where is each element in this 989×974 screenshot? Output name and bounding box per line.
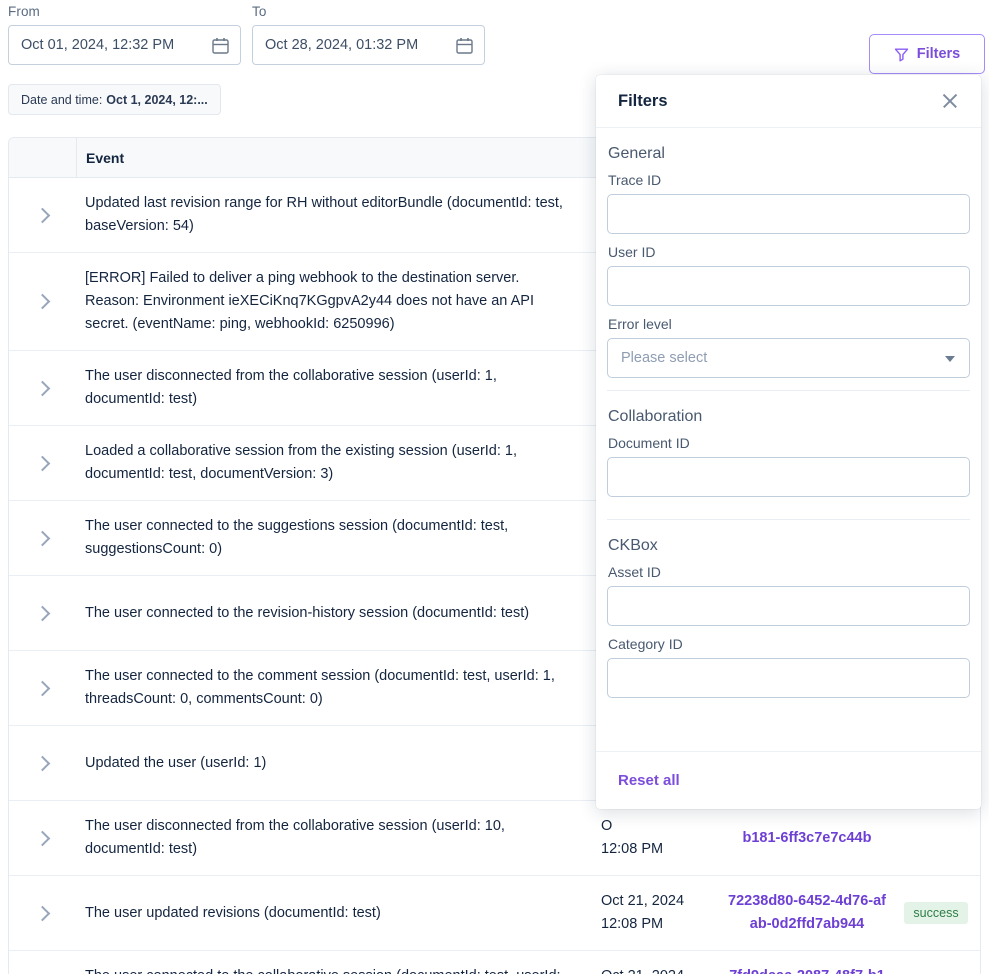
chevron-right-icon[interactable] [34,755,51,771]
chevron-right-icon[interactable] [34,380,51,396]
calendar-icon[interactable] [456,37,473,54]
event-text: The user updated revisions (documentId: … [85,904,381,921]
chevron-right-icon[interactable] [34,455,51,471]
event-text: The user disconnected from the collabora… [85,818,505,857]
section-divider [607,390,970,391]
to-date-input[interactable]: Oct 28, 2024, 01:32 PM [252,25,485,65]
filters-panel: Filters General Trace ID User ID Error l… [596,75,981,809]
filters-panel-title: Filters [618,91,668,110]
chevron-right-icon[interactable] [34,293,51,310]
event-text: The user disconnected from the collabora… [85,368,497,407]
timestamp-date: O [601,818,613,834]
from-date-value: Oct 01, 2024, 12:32 PM [21,37,175,53]
event-text: The user connected to the revision-histo… [85,604,530,621]
section-title-collaboration: Collaboration [608,408,703,425]
chevron-right-icon[interactable] [34,680,51,696]
timestamp-date: Oct 21, 2024 [601,893,685,909]
chevron-right-icon[interactable] [34,905,51,921]
app-root: From Oct 01, 2024, 12:32 PM To Oct 28, 2… [0,0,989,974]
status-cell: success [892,902,980,924]
event-text: Updated the user (userId: 1) [85,754,267,771]
chevron-right-icon[interactable] [34,830,51,846]
chip-prefix: Date and time: [21,92,103,107]
trace-id-input[interactable] [607,194,970,234]
trace-id-link[interactable]: 7fd9dcac-2087-48f7-b106-ec56db3f4af2 [722,951,892,974]
error-level-select[interactable]: Please select [607,338,970,378]
chip-value: Oct 1, 2024, 12:... [106,92,208,107]
from-label: From [8,4,40,19]
date-range-bar: From Oct 01, 2024, 12:32 PM To Oct 28, 2… [0,0,989,80]
calendar-icon[interactable] [212,37,229,54]
chevron-down-icon [945,356,955,362]
header-event: Event [76,138,592,178]
document-id-label: Document ID [608,435,690,451]
asset-id-label: Asset ID [608,564,661,580]
timestamp-cell: Oct 21, 2024 12:08 PM [592,876,722,950]
to-field-group: To Oct 28, 2024, 01:32 PM [252,4,485,65]
expand-cell [9,207,76,223]
error-level-placeholder: Please select [621,350,708,366]
timestamp-cell: O 12:08 PM [592,801,722,875]
reset-all-button[interactable]: Reset all [618,772,680,789]
filters-panel-body: General Trace ID User ID Error level Ple… [596,128,981,751]
filters-panel-footer: Reset all [596,751,981,809]
expand-cell [9,605,76,621]
from-field-group: From Oct 01, 2024, 12:32 PM [8,4,241,65]
table-row: The user updated revisions (documentId: … [9,876,980,951]
timestamp-date: Oct 21, 2024 [601,965,713,974]
close-icon[interactable] [941,92,959,110]
expand-cell [9,905,76,921]
error-level-label: Error level [608,316,672,332]
category-id-input[interactable] [607,658,970,698]
event-text: The user connected to the comment sessio… [85,668,555,707]
asset-id-input[interactable] [607,586,970,626]
timestamp-time: 12:08 PM [601,916,664,932]
expand-cell [9,455,76,471]
category-id-label: Category ID [608,636,683,652]
table-row: The user disconnected from the collabora… [9,801,980,876]
chevron-right-icon[interactable] [34,530,51,546]
document-id-input[interactable] [607,457,970,497]
event-text: The user connected to the collaborative … [76,951,592,974]
user-id-label: User ID [608,244,656,260]
chevron-right-icon[interactable] [34,605,51,621]
chevron-right-icon[interactable] [34,207,51,223]
section-title-ckbox: CKBox [608,537,658,554]
event-text: Updated last revision range for RH witho… [85,195,563,234]
funnel-icon [894,48,908,61]
section-title-general: General [608,145,665,162]
to-date-value: Oct 28, 2024, 01:32 PM [265,37,419,53]
filters-button-label: Filters [916,46,961,62]
expand-cell [9,530,76,546]
expand-cell [9,380,76,396]
event-text: The user connected to the suggestions se… [85,518,509,557]
date-and-time-chip[interactable]: Date and time: Oct 1, 2024, 12:... [8,84,221,115]
trace-id-link[interactable]: b181-6ff3c7e7c44b [722,813,892,864]
section-divider [607,519,970,520]
filters-panel-header: Filters [596,75,981,128]
event-text: Loaded a collaborative session from the … [85,443,518,482]
expand-cell [9,680,76,696]
trace-id-label: Trace ID [608,172,662,188]
from-date-input[interactable]: Oct 01, 2024, 12:32 PM [8,25,241,65]
expand-cell [9,830,76,846]
event-text: [ERROR] Failed to deliver a ping webhook… [85,270,534,332]
timestamp-cell: Oct 21, 202412:08 PM [592,951,722,974]
timestamp-time: 12:08 PM [601,841,664,857]
expand-cell [9,293,76,310]
filters-button[interactable]: Filters [869,34,985,74]
table-row: The user connected to the collaborative … [9,951,980,974]
to-label: To [252,4,267,19]
status-badge: success [904,902,968,924]
expand-cell [9,755,76,771]
user-id-input[interactable] [607,266,970,306]
trace-id-link[interactable]: 72238d80-6452-4d76-afab-0d2ffd7ab944 [722,876,892,950]
